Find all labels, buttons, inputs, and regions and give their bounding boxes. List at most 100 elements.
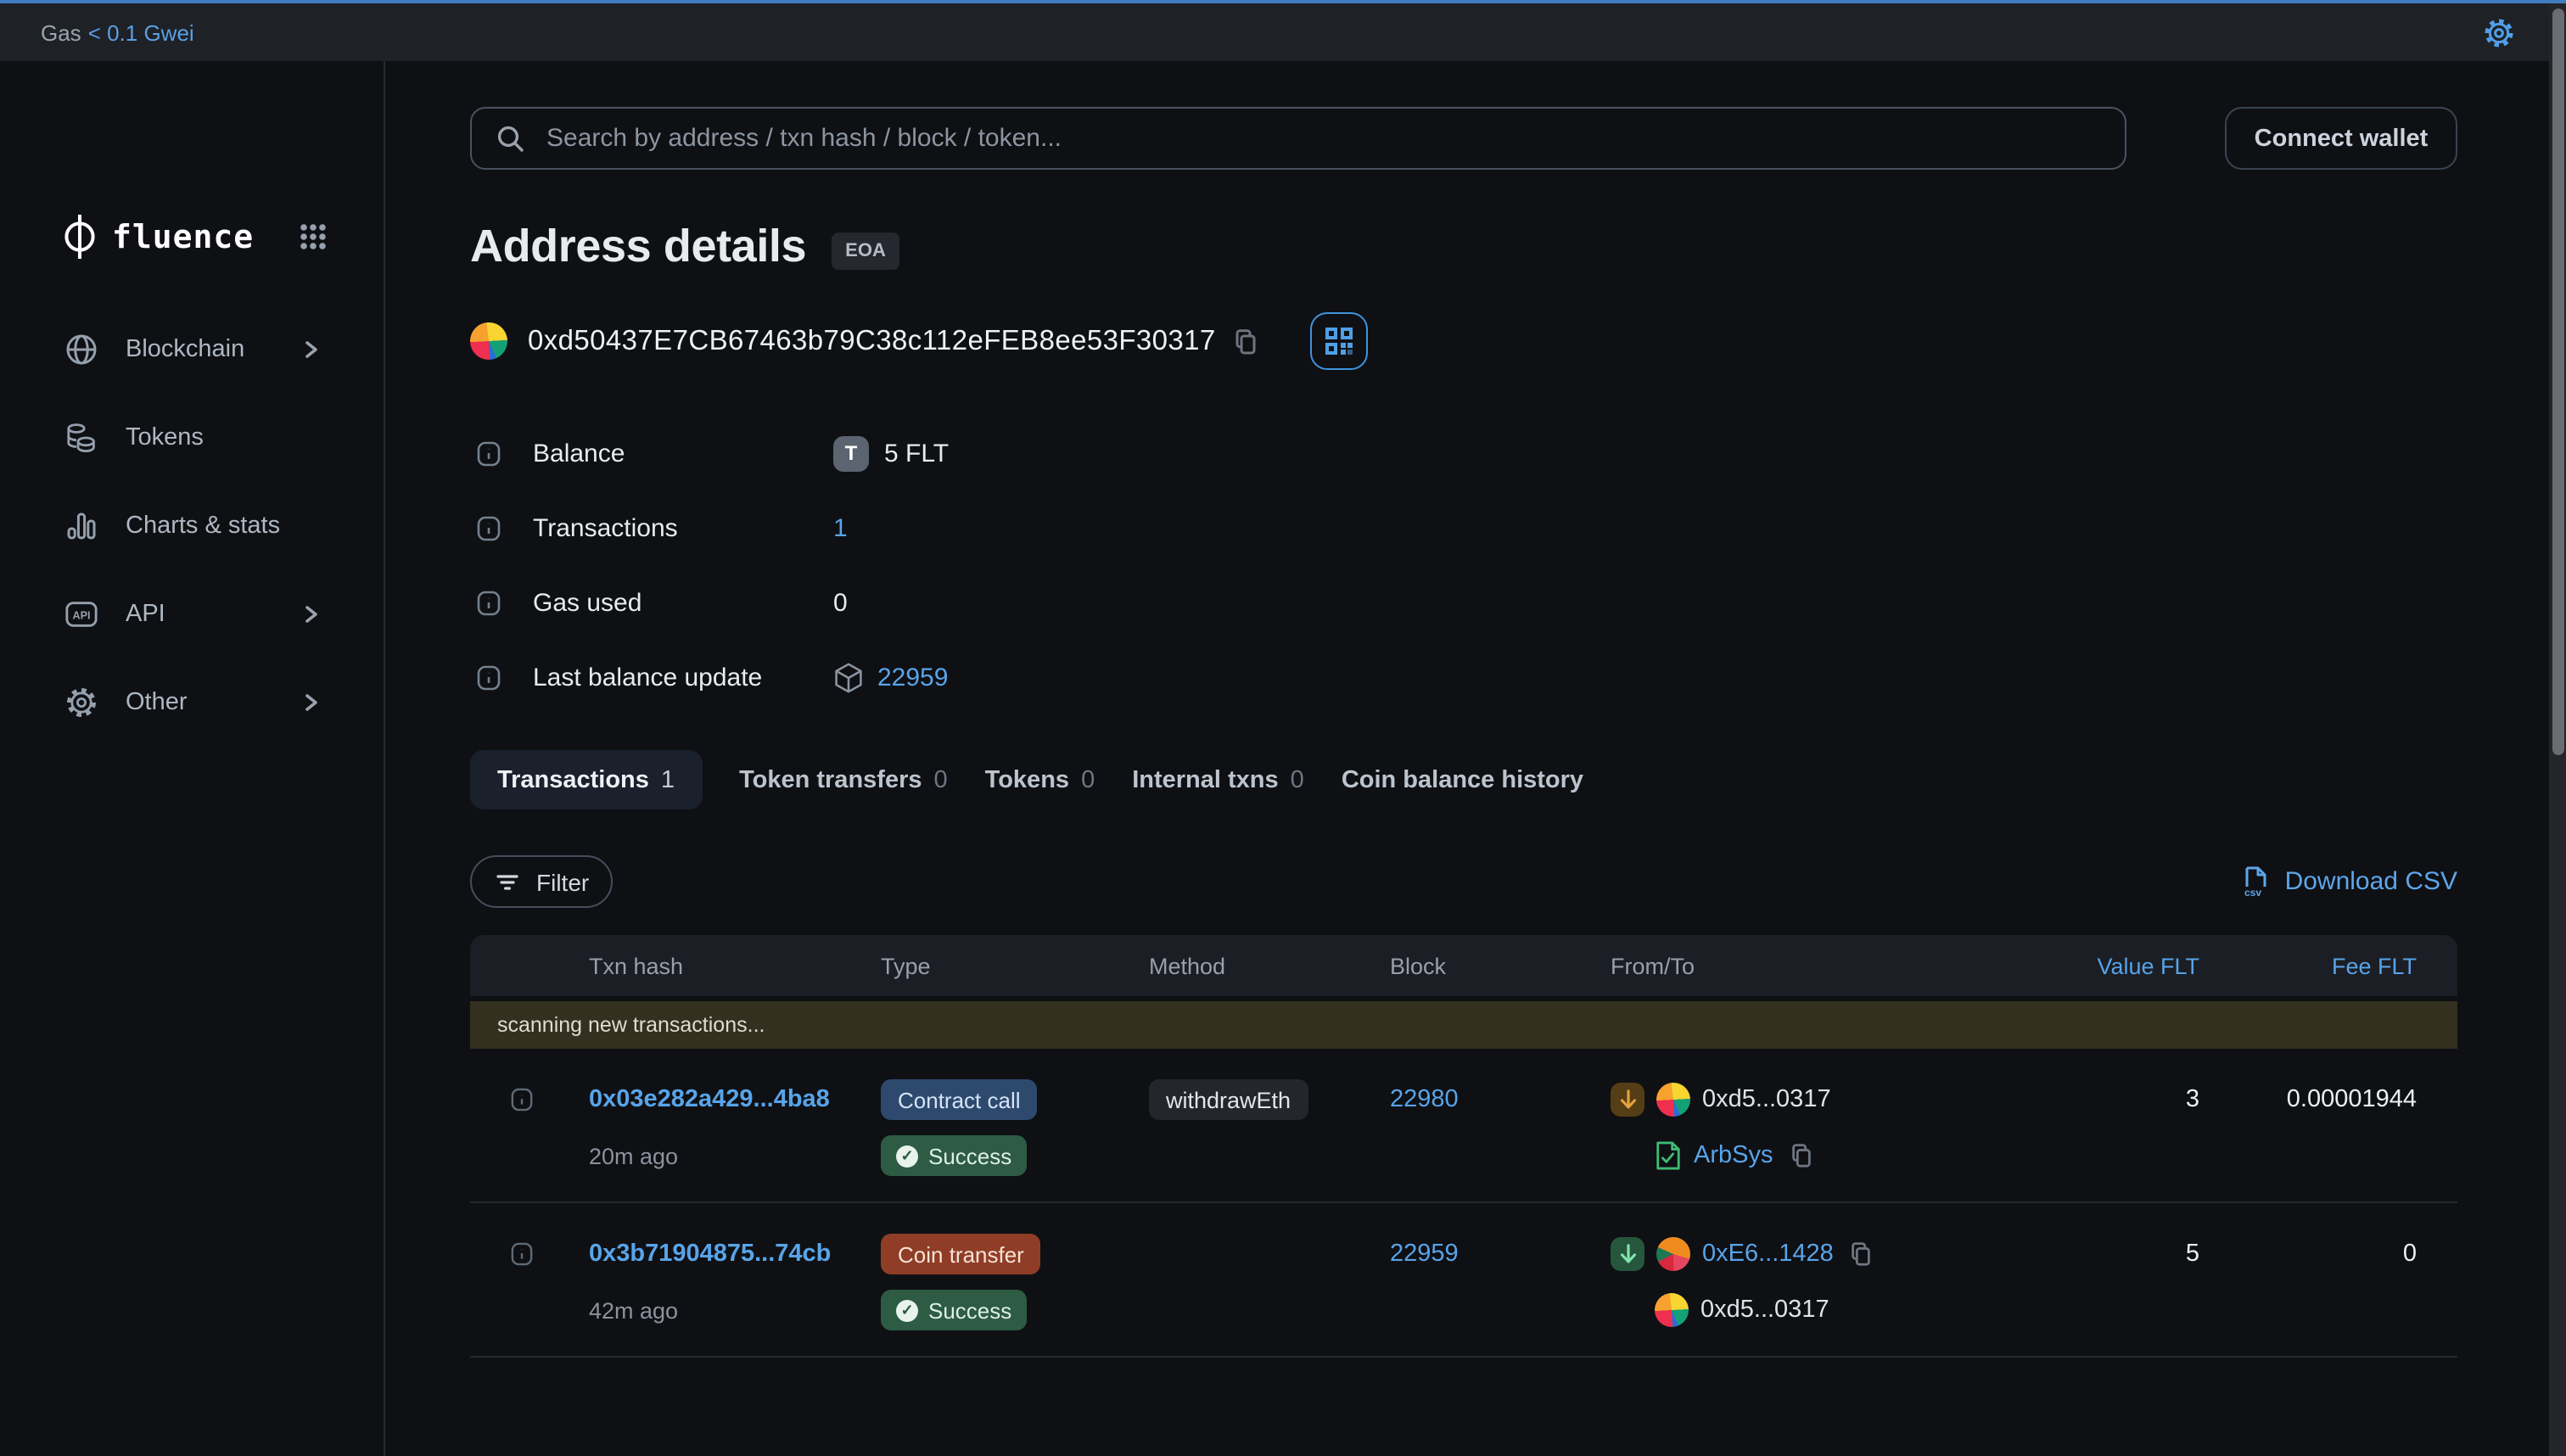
- info-row-balance: Balance T 5 FLT: [470, 433, 2457, 473]
- tab-label: Internal txns: [1132, 766, 1278, 793]
- table-row: 0x3b71904875...74cb 42m ago Coin transfe…: [470, 1203, 2457, 1358]
- txn-method-badge: withdrawEth: [1149, 1079, 1308, 1120]
- copy-address-icon[interactable]: [1233, 327, 1260, 356]
- tab-transactions[interactable]: Transactions 1: [470, 750, 702, 809]
- tab-count: 0: [1291, 766, 1304, 793]
- txn-block-link[interactable]: 22959: [1390, 1240, 1459, 1268]
- to-address: 0xd5...0317: [1700, 1296, 1829, 1324]
- gas-value: < 0.1 Gwei: [88, 20, 194, 45]
- sidebar-item-label: Tokens: [126, 424, 204, 451]
- sidebar-item-tokens[interactable]: Tokens: [41, 394, 343, 482]
- tab-label: Transactions: [497, 766, 649, 793]
- tab-token-transfers[interactable]: Token transfers 0: [739, 766, 948, 793]
- download-csv-link[interactable]: csv Download CSV: [2241, 865, 2457, 898]
- apps-grid-icon[interactable]: [300, 224, 326, 249]
- txn-age: 20m ago: [589, 1134, 881, 1178]
- gas-used-value: 0: [833, 588, 848, 617]
- txn-value: 5: [2001, 1232, 2199, 1268]
- balance-value: 5 FLT: [884, 439, 949, 468]
- sidebar-item-label: Blockchain: [126, 336, 244, 363]
- tab-internal-txns[interactable]: Internal txns 0: [1132, 766, 1304, 793]
- last-balance-update-block-link[interactable]: 22959: [877, 663, 948, 692]
- page-title: Address details: [470, 221, 806, 273]
- sidebar-item-label: Other: [126, 689, 188, 716]
- info-hint-icon[interactable]: [477, 590, 501, 615]
- col-block: Block: [1390, 953, 1611, 978]
- page-scrollbar[interactable]: [2549, 3, 2566, 1456]
- coins-icon: [64, 421, 98, 455]
- search-icon: [496, 123, 526, 154]
- info-hint-icon[interactable]: [477, 440, 501, 466]
- direction-out-icon: [1611, 1083, 1644, 1117]
- tab-count: 0: [1081, 766, 1095, 793]
- address-type-badge: EOA: [832, 232, 899, 269]
- sidebar-item-other[interactable]: Other: [41, 658, 343, 747]
- col-type: Type: [881, 953, 1149, 978]
- filter-button[interactable]: Filter: [470, 855, 613, 908]
- chevron-right-icon: [299, 338, 322, 361]
- scrollbar-thumb[interactable]: [2552, 8, 2563, 755]
- app-window: Gas< 0.1 Gwei fluence: [0, 0, 2566, 1456]
- tab-label: Tokens: [985, 766, 1069, 793]
- txn-info-icon[interactable]: [511, 1088, 533, 1112]
- txn-hash-link[interactable]: 0x03e282a429...4ba8: [589, 1086, 830, 1113]
- col-fee: Fee FLT: [2199, 953, 2457, 978]
- to-address-link[interactable]: ArbSys: [1694, 1142, 1773, 1169]
- info-row-transactions: Transactions 1: [470, 507, 2457, 548]
- sidebar-item-charts-stats[interactable]: Charts & stats: [41, 482, 343, 570]
- scanning-notice: scanning new transactions...: [470, 1001, 2457, 1049]
- tab-label: Token transfers: [739, 766, 922, 793]
- tab-label: Coin balance history: [1342, 766, 1583, 793]
- transactions-count-link[interactable]: 1: [833, 513, 848, 542]
- txn-type-badge: Coin transfer: [881, 1234, 1041, 1274]
- last-balance-update-label: Last balance update: [533, 663, 762, 692]
- tab-coin-balance-history[interactable]: Coin balance history: [1342, 766, 1583, 793]
- sidebar-nav: Blockchain Tok: [0, 305, 384, 747]
- main-area: Connect wallet Address details EOA 0xd50…: [385, 61, 2566, 1456]
- txn-fee: 0: [2199, 1232, 2417, 1268]
- from-address-link[interactable]: 0xE6...1428: [1702, 1240, 1834, 1268]
- fluence-logo-icon[interactable]: [61, 214, 98, 260]
- txn-hash-link[interactable]: 0x3b71904875...74cb: [589, 1240, 831, 1268]
- direction-in-icon: [1611, 1237, 1644, 1271]
- info-hint-icon[interactable]: [477, 664, 501, 690]
- sidebar-item-api[interactable]: API API: [41, 570, 343, 658]
- token-icon: T: [833, 435, 869, 471]
- top-bar: Gas< 0.1 Gwei: [0, 0, 2566, 61]
- address-hash: 0xd50437E7CB67463b79C38c112eFEB8ee53F303…: [528, 325, 1216, 357]
- tab-bar: Transactions 1 Token transfers 0 Tokens …: [470, 750, 2457, 809]
- col-txn-hash: Txn hash: [589, 953, 881, 978]
- address-info: Balance T 5 FLT Transa: [470, 433, 2457, 697]
- col-from-to: From/To: [1611, 953, 2001, 978]
- sidebar-item-label: API: [126, 601, 165, 628]
- search-box: [470, 107, 2126, 170]
- settings-gear-icon[interactable]: [2483, 16, 2515, 48]
- brand-name[interactable]: fluence: [112, 218, 254, 255]
- info-hint-icon[interactable]: [477, 515, 501, 540]
- tab-tokens[interactable]: Tokens 0: [985, 766, 1095, 793]
- gear-icon: [64, 686, 98, 720]
- sidebar-item-label: Charts & stats: [126, 512, 280, 540]
- chevron-right-icon: [299, 602, 322, 626]
- info-row-gas-used: Gas used 0: [470, 582, 2457, 623]
- gas-tracker[interactable]: Gas< 0.1 Gwei: [41, 20, 194, 45]
- from-address-avatar: [1656, 1083, 1690, 1117]
- contract-icon: [1655, 1140, 1682, 1171]
- download-csv-label: Download CSV: [2285, 867, 2457, 896]
- txn-status-badge: Success: [881, 1135, 1027, 1176]
- from-address-avatar: [1656, 1237, 1690, 1271]
- copy-from-address-icon[interactable]: [1849, 1240, 1874, 1268]
- txn-info-icon[interactable]: [511, 1242, 533, 1266]
- bar-chart-icon: [64, 509, 98, 543]
- copy-to-address-icon[interactable]: [1789, 1142, 1814, 1169]
- sidebar-item-blockchain[interactable]: Blockchain: [41, 305, 343, 394]
- table-header: Txn hash Type Method Block From/To Value…: [470, 935, 2457, 996]
- block-cube-icon: [833, 661, 864, 693]
- tab-count: 0: [934, 766, 948, 793]
- qr-code-button[interactable]: [1311, 312, 1369, 370]
- connect-wallet-button[interactable]: Connect wallet: [2225, 107, 2457, 170]
- txn-block-link[interactable]: 22980: [1390, 1086, 1459, 1113]
- to-address-avatar: [1655, 1293, 1689, 1327]
- search-input[interactable]: [543, 122, 2104, 154]
- txn-type-badge: Contract call: [881, 1079, 1038, 1120]
